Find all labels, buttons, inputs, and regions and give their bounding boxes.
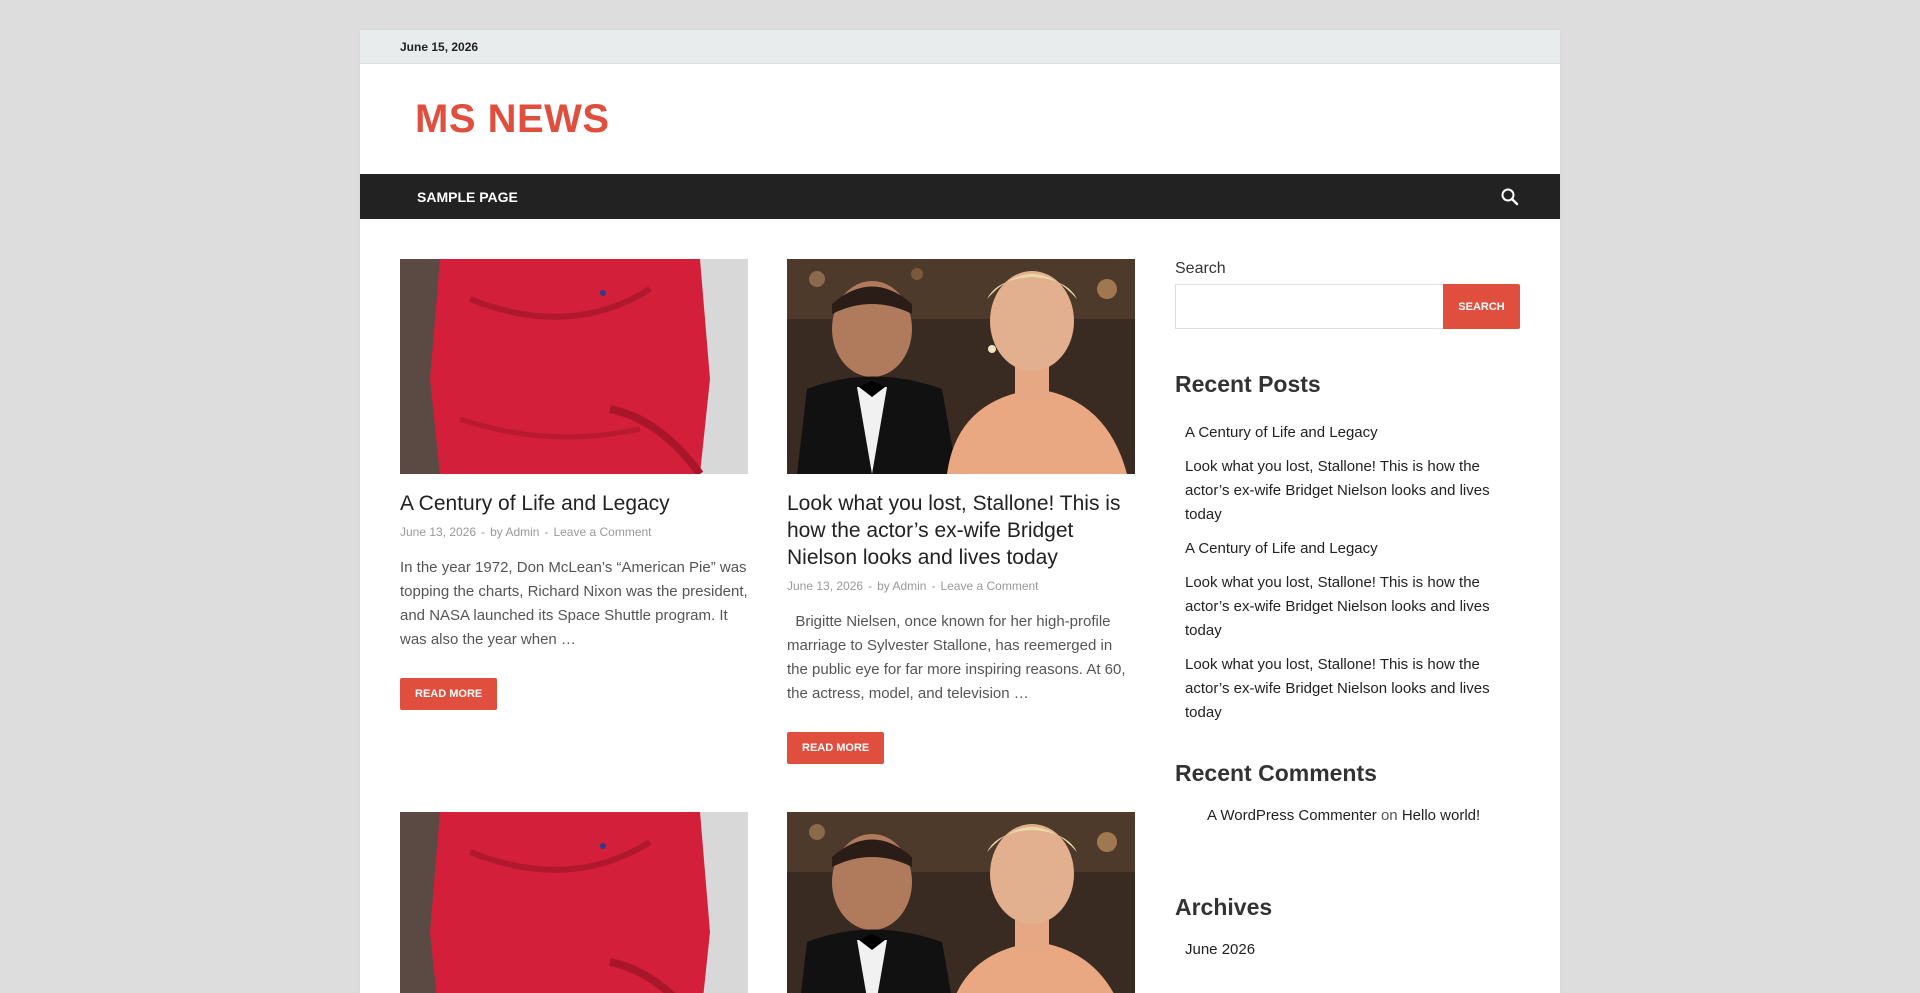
recent-comment: A WordPress Commenter on Hello world! <box>1175 807 1521 824</box>
recent-post-link[interactable]: A Century of Life and Legacy <box>1175 421 1521 445</box>
archive-link[interactable]: June 2026 <box>1185 941 1521 958</box>
recent-post-link[interactable]: Look what you lost, Stallone! This is ho… <box>1175 455 1521 527</box>
read-more-button[interactable]: READ MORE <box>400 678 498 710</box>
post-author[interactable]: Admin <box>892 579 926 593</box>
recent-posts-list: A Century of Life and Legacy Look what y… <box>1175 421 1521 725</box>
red-sweater-photo-icon <box>400 812 748 993</box>
search-icon[interactable] <box>1500 187 1520 207</box>
site-container: June 15, 2026 MS NEWS SAMPLE PAGE A Cent… <box>360 30 1560 993</box>
recent-post-link[interactable]: A Century of Life and Legacy <box>1175 537 1521 561</box>
nav-item-sample-page[interactable]: SAMPLE PAGE <box>417 189 518 205</box>
search-label: Search <box>1175 260 1226 277</box>
archives-title: Archives <box>1175 894 1273 920</box>
post-title-link[interactable]: Look what you lost, Stallone! This is ho… <box>787 490 1135 571</box>
current-date: June 15, 2026 <box>400 39 479 54</box>
couple-photo-icon <box>787 812 1135 993</box>
search-form: SEARCH <box>1175 284 1521 329</box>
top-bar: June 15, 2026 <box>360 30 1560 64</box>
post-thumbnail[interactable] <box>400 259 748 474</box>
site-header: MS NEWS <box>360 64 1560 174</box>
post-thumbnail[interactable] <box>787 259 1135 474</box>
post-meta: June 13, 2026- by Admin - Leave a Comment <box>787 579 1039 593</box>
comment-post-link[interactable]: Hello world! <box>1402 807 1480 824</box>
post-excerpt: Brigitte Nielsen, once known for her hig… <box>787 613 1130 702</box>
post-thumbnail[interactable] <box>787 812 1135 993</box>
recent-comments-title: Recent Comments <box>1175 760 1377 786</box>
search-button[interactable]: SEARCH <box>1443 284 1520 329</box>
sidebar: Search SEARCH Recent Posts A Century of … <box>1175 259 1521 958</box>
post-comments-link[interactable]: Leave a Comment <box>940 579 1038 593</box>
main-navigation: SAMPLE PAGE <box>360 174 1560 219</box>
post-title-link[interactable]: A Century of Life and Legacy <box>400 490 748 517</box>
site-title-link[interactable]: MS NEWS <box>415 97 610 142</box>
post-author[interactable]: Admin <box>505 525 539 539</box>
post-card: Look what you lost, Stallone! This is ho… <box>787 259 1135 764</box>
post-by-label: by <box>877 579 890 593</box>
post-comments-link[interactable]: Leave a Comment <box>553 525 651 539</box>
read-more-button[interactable]: READ MORE <box>787 732 885 764</box>
post-card: A Century of Life and Legacy June 13, 20… <box>400 259 748 710</box>
archives-list: June 2026 <box>1175 941 1521 958</box>
post-date[interactable]: June 13, 2026 <box>400 525 476 539</box>
search-input[interactable] <box>1175 284 1443 329</box>
post-meta: June 13, 2026- by Admin - Leave a Comment <box>400 525 652 539</box>
couple-photo-icon <box>787 259 1135 474</box>
post-by-label: by <box>490 525 503 539</box>
post-card <box>400 812 748 993</box>
recent-post-link[interactable]: Look what you lost, Stallone! This is ho… <box>1175 653 1521 725</box>
recent-post-link[interactable]: Look what you lost, Stallone! This is ho… <box>1175 571 1521 643</box>
comment-author-link[interactable]: A WordPress Commenter <box>1207 807 1377 824</box>
recent-posts-title: Recent Posts <box>1175 371 1321 397</box>
post-thumbnail[interactable] <box>400 812 748 993</box>
post-date[interactable]: June 13, 2026 <box>787 579 863 593</box>
post-excerpt: In the year 1972, Don McLean’s “American… <box>400 559 748 648</box>
comment-on-label: on <box>1380 807 1398 824</box>
post-card <box>787 812 1135 993</box>
red-sweater-photo-icon <box>400 259 748 474</box>
